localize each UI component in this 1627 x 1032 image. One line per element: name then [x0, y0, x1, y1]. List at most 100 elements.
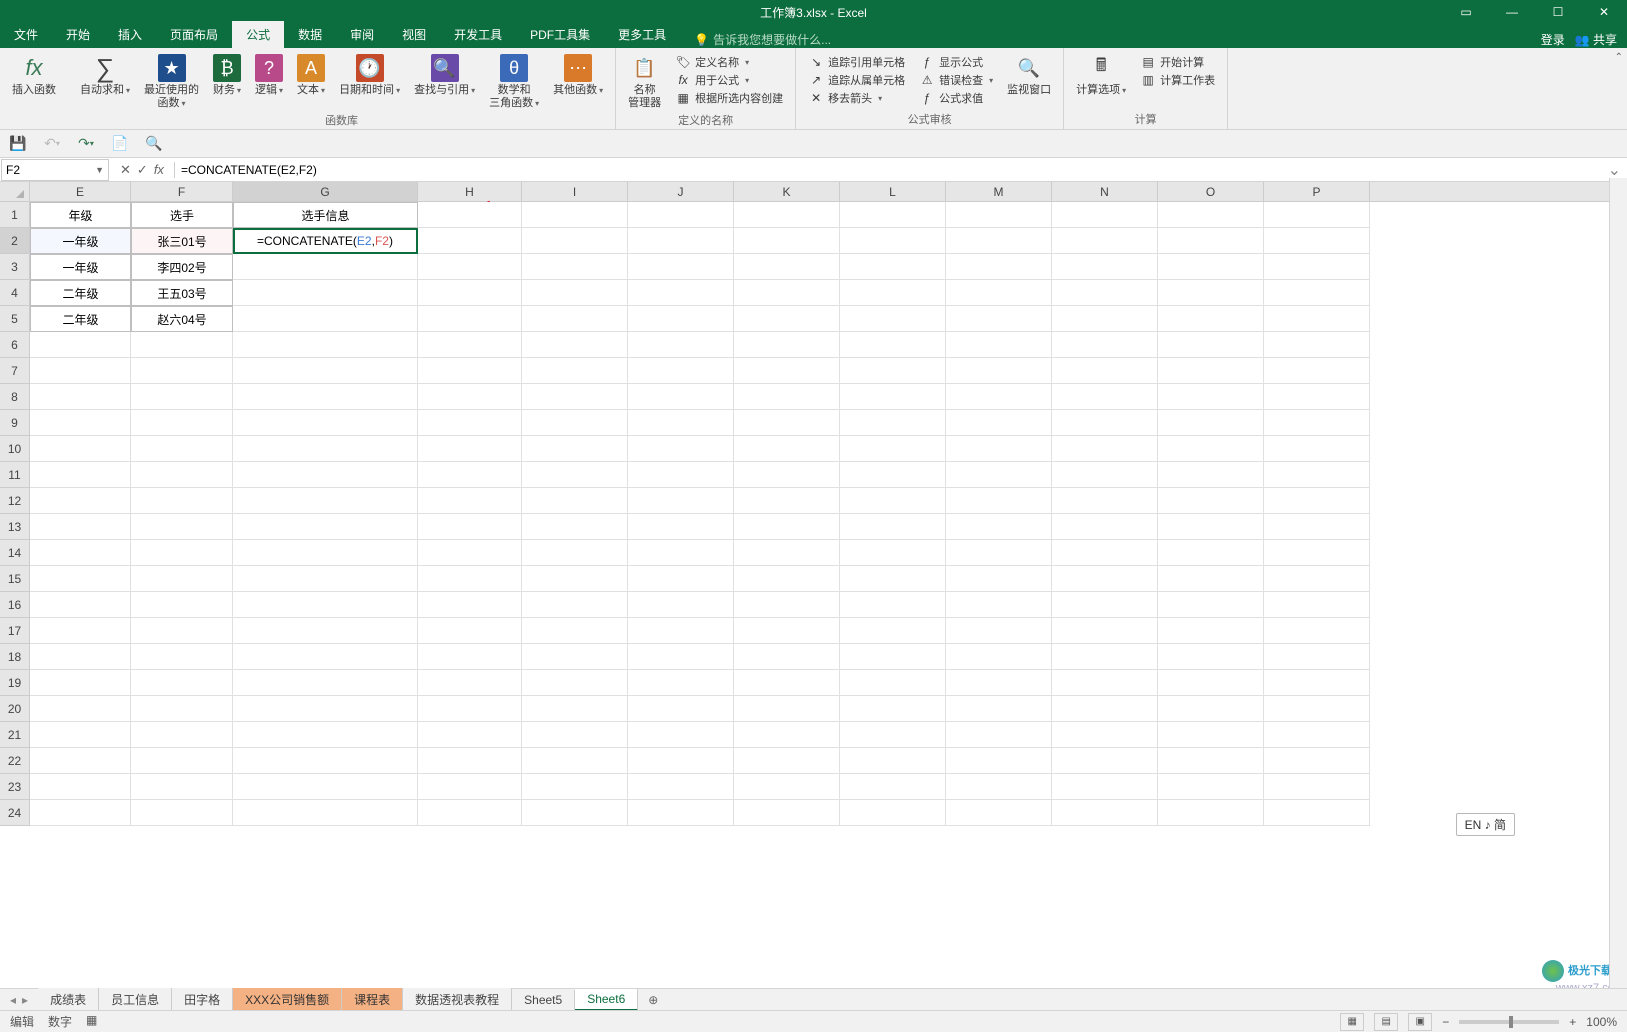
cell-H9[interactable] [418, 410, 522, 436]
cell-F14[interactable] [131, 540, 233, 566]
vertical-scrollbar[interactable] [1609, 178, 1627, 988]
cell-O8[interactable] [1158, 384, 1264, 410]
tab-home[interactable]: 开始 [52, 21, 104, 48]
row-header-12[interactable]: 12 [0, 488, 30, 514]
cell-K9[interactable] [734, 410, 840, 436]
cell-P12[interactable] [1264, 488, 1370, 514]
cell-M24[interactable] [946, 800, 1052, 826]
cell-P3[interactable] [1264, 254, 1370, 280]
cell-K22[interactable] [734, 748, 840, 774]
cell-N20[interactable] [1052, 696, 1158, 722]
cell-O17[interactable] [1158, 618, 1264, 644]
cell-J6[interactable] [628, 332, 734, 358]
cell-I14[interactable] [522, 540, 628, 566]
remove-arrows-button[interactable]: ✕移去箭头 [808, 90, 905, 106]
cell-O15[interactable] [1158, 566, 1264, 592]
cell-F18[interactable] [131, 644, 233, 670]
cell-I15[interactable] [522, 566, 628, 592]
cell-N2[interactable] [1052, 228, 1158, 254]
row-header-8[interactable]: 8 [0, 384, 30, 410]
cell-K21[interactable] [734, 722, 840, 748]
calc-sheet-button[interactable]: ▥计算工作表 [1140, 72, 1215, 88]
cell-F7[interactable] [131, 358, 233, 384]
cell-G18[interactable] [233, 644, 418, 670]
cell-I17[interactable] [522, 618, 628, 644]
cell-F12[interactable] [131, 488, 233, 514]
cell-J20[interactable] [628, 696, 734, 722]
cell-M10[interactable] [946, 436, 1052, 462]
cell-G14[interactable] [233, 540, 418, 566]
cell-P6[interactable] [1264, 332, 1370, 358]
cell-K16[interactable] [734, 592, 840, 618]
cell-I19[interactable] [522, 670, 628, 696]
cell-E4[interactable]: 二年级 [30, 280, 131, 306]
cell-J3[interactable] [628, 254, 734, 280]
cell-L6[interactable] [840, 332, 946, 358]
cell-K14[interactable] [734, 540, 840, 566]
cell-M18[interactable] [946, 644, 1052, 670]
cell-F15[interactable] [131, 566, 233, 592]
cell-L11[interactable] [840, 462, 946, 488]
trace-dependents-button[interactable]: ↗追踪从属单元格 [808, 72, 905, 88]
cell-K10[interactable] [734, 436, 840, 462]
error-check-button[interactable]: ⚠错误检查 [919, 72, 993, 88]
cell-H21[interactable] [418, 722, 522, 748]
cell-G22[interactable] [233, 748, 418, 774]
cell-F16[interactable] [131, 592, 233, 618]
close-icon[interactable]: ✕ [1581, 0, 1627, 24]
cell-P19[interactable] [1264, 670, 1370, 696]
cell-O4[interactable] [1158, 280, 1264, 306]
cell-E17[interactable] [30, 618, 131, 644]
cell-M15[interactable] [946, 566, 1052, 592]
expand-formula-icon[interactable]: ⌄ [1602, 160, 1627, 180]
cell-N1[interactable] [1052, 202, 1158, 228]
cell-J18[interactable] [628, 644, 734, 670]
cell-K24[interactable] [734, 800, 840, 826]
cell-L17[interactable] [840, 618, 946, 644]
cell-P4[interactable] [1264, 280, 1370, 306]
cell-E11[interactable] [30, 462, 131, 488]
cell-H8[interactable] [418, 384, 522, 410]
undo-icon[interactable]: ↶ ▾ [42, 134, 62, 154]
cell-L23[interactable] [840, 774, 946, 800]
cell-G15[interactable] [233, 566, 418, 592]
cell-H16[interactable] [418, 592, 522, 618]
cell-L1[interactable] [840, 202, 946, 228]
cell-P9[interactable] [1264, 410, 1370, 436]
maximize-icon[interactable]: ☐ [1535, 0, 1581, 24]
row-header-9[interactable]: 9 [0, 410, 30, 436]
col-header-F[interactable]: F [131, 182, 233, 201]
cell-J5[interactable] [628, 306, 734, 332]
sheet-tab[interactable]: 数据透视表教程 [403, 988, 512, 1011]
cell-M3[interactable] [946, 254, 1052, 280]
cell-P22[interactable] [1264, 748, 1370, 774]
cell-M4[interactable] [946, 280, 1052, 306]
new-sheet-button[interactable]: ⊕ [638, 990, 668, 1010]
redo-icon[interactable]: ↷ ▾ [76, 134, 96, 154]
cell-E18[interactable] [30, 644, 131, 670]
cell-O23[interactable] [1158, 774, 1264, 800]
cell-P17[interactable] [1264, 618, 1370, 644]
evaluate-formula-button[interactable]: ƒ公式求值 [919, 90, 993, 106]
cell-I3[interactable] [522, 254, 628, 280]
share-button[interactable]: 👥 共享 [1575, 31, 1617, 48]
cell-J1[interactable] [628, 202, 734, 228]
tab-developer[interactable]: 开发工具 [440, 21, 516, 48]
cell-J8[interactable] [628, 384, 734, 410]
cell-O19[interactable] [1158, 670, 1264, 696]
sheet-tab[interactable]: 田字格 [172, 988, 233, 1011]
cell-G12[interactable] [233, 488, 418, 514]
col-header-G[interactable]: G [233, 182, 418, 201]
cell-E13[interactable] [30, 514, 131, 540]
recent-functions-button[interactable]: ★最近使用的 函数 [138, 52, 205, 112]
col-header-N[interactable]: N [1052, 182, 1158, 201]
cell-E24[interactable] [30, 800, 131, 826]
text-button[interactable]: A文本 [291, 52, 331, 99]
cell-L5[interactable] [840, 306, 946, 332]
new-icon[interactable]: 📄 [110, 134, 130, 154]
cell-I4[interactable] [522, 280, 628, 306]
cell-I21[interactable] [522, 722, 628, 748]
row-header-5[interactable]: 5 [0, 306, 30, 332]
cell-J12[interactable] [628, 488, 734, 514]
cell-M22[interactable] [946, 748, 1052, 774]
